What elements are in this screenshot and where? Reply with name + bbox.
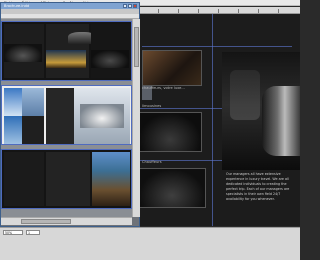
car-image[interactable]	[4, 44, 42, 62]
car-image[interactable]	[138, 168, 206, 208]
limousine-interior-image[interactable]	[142, 50, 202, 86]
page-field[interactable]: 1	[26, 230, 40, 235]
building-image[interactable]	[22, 88, 44, 116]
pages-canvas[interactable]	[1, 19, 132, 217]
layout-guide[interactable]	[142, 46, 292, 47]
maximize-button[interactable]	[128, 4, 132, 8]
body-text-frame[interactable]: Our managers all have extensive experien…	[226, 172, 298, 202]
tower-image[interactable]	[4, 116, 22, 144]
horizontal-ruler[interactable]	[128, 7, 300, 14]
page-spread[interactable]	[1, 21, 132, 81]
scroll-thumb[interactable]	[21, 219, 71, 224]
text-frame[interactable]	[22, 116, 44, 144]
close-button[interactable]	[133, 4, 137, 8]
page-spread[interactable]	[1, 149, 132, 209]
window-controls	[123, 4, 137, 8]
caption-text: limousines	[142, 104, 162, 108]
text-frame[interactable]	[46, 152, 90, 206]
car-image[interactable]	[91, 50, 129, 68]
page-spread[interactable]	[1, 85, 132, 145]
vertical-scrollbar[interactable]	[132, 19, 140, 217]
car-image[interactable]	[138, 112, 202, 152]
louvre-image[interactable]	[46, 50, 86, 68]
window-title: Brochure.indd	[4, 4, 30, 8]
text-frame[interactable]	[46, 88, 74, 144]
horizontal-scrollbar[interactable]	[1, 217, 132, 225]
caption-text: chauffeurs, votre luxe...	[142, 86, 185, 90]
car-closeup-image[interactable]	[222, 52, 300, 170]
caption-text: Chauffeurs	[142, 160, 162, 164]
palm-trees-image[interactable]	[92, 152, 130, 206]
zoom-field[interactable]: 50%	[3, 230, 23, 235]
text-frame[interactable]	[4, 152, 44, 206]
minimize-button[interactable]	[123, 4, 127, 8]
sky-image[interactable]	[4, 88, 22, 116]
status-bar: 50% 1	[0, 227, 300, 260]
document-window: Brochure.indd	[0, 2, 140, 227]
car-image[interactable]	[80, 104, 124, 128]
scroll-thumb[interactable]	[134, 27, 139, 67]
